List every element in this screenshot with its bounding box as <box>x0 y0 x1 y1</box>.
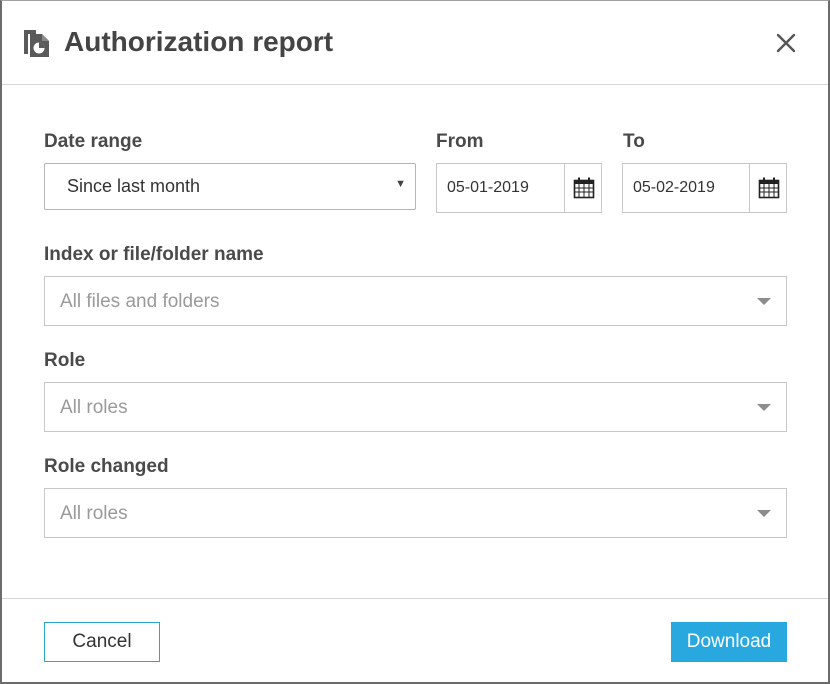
to-date-field[interactable]: 05-02-2019 <box>622 163 787 213</box>
dialog-title: Authorization report <box>64 26 334 57</box>
to-label: To <box>623 131 645 152</box>
from-label: From <box>436 131 484 152</box>
date-range-value: Since last month <box>67 176 201 196</box>
index-filter-label: Index or file/folder name <box>44 244 264 265</box>
cancel-button[interactable]: Cancel <box>44 622 160 662</box>
from-calendar-button[interactable] <box>564 164 601 212</box>
chevron-down-icon <box>757 510 771 517</box>
role-label: Role <box>44 350 86 371</box>
calendar-icon <box>758 177 780 199</box>
close-button[interactable] <box>774 31 798 55</box>
authorization-report-dialog: Authorization report Date range Since la… <box>0 0 830 684</box>
calendar-icon <box>573 177 595 199</box>
close-icon <box>776 33 796 53</box>
role-changed-select[interactable]: All roles <box>44 488 787 538</box>
index-filter-select[interactable]: All files and folders <box>44 276 787 326</box>
date-range-select[interactable]: Since last month ▼ <box>44 163 416 210</box>
index-filter-placeholder: All files and folders <box>60 291 220 312</box>
to-date-value: 05-02-2019 <box>633 179 715 196</box>
role-changed-placeholder: All roles <box>60 503 128 524</box>
role-select[interactable]: All roles <box>44 382 787 432</box>
from-date-field[interactable]: 05-01-2019 <box>436 163 602 213</box>
date-range-label: Date range <box>44 131 143 152</box>
to-calendar-button[interactable] <box>749 164 786 212</box>
document-report-icon <box>22 28 52 58</box>
chevron-down-icon <box>757 298 771 305</box>
role-changed-label: Role changed <box>44 456 169 477</box>
dialog-header: Authorization report <box>2 1 828 85</box>
download-button[interactable]: Download <box>671 622 787 662</box>
role-placeholder: All roles <box>60 397 128 418</box>
caret-down-icon: ▼ <box>395 178 406 190</box>
chevron-down-icon <box>757 404 771 411</box>
from-date-value: 05-01-2019 <box>447 179 529 196</box>
dialog-footer: Cancel Download <box>2 598 828 683</box>
